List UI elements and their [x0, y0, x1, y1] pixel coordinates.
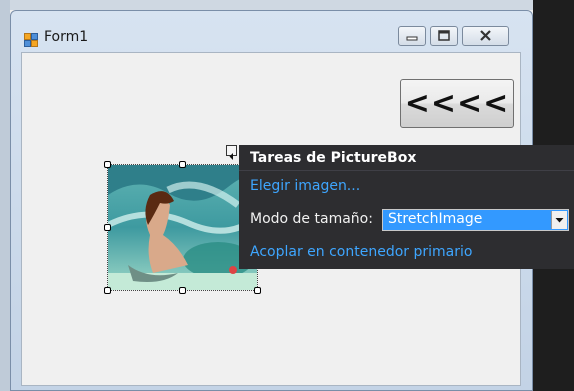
maximize-icon — [438, 30, 450, 41]
resize-handle-tl[interactable] — [104, 161, 111, 168]
form-title: Form1 — [44, 29, 89, 45]
size-mode-dropdown-button[interactable] — [551, 211, 567, 229]
close-icon — [480, 30, 491, 41]
picturebox-tasks-panel: Tareas de PictureBox Elegir imagen... Mo… — [239, 145, 574, 269]
size-mode-label: Modo de tamaño: — [250, 211, 373, 227]
designer-background-left — [0, 0, 10, 391]
resize-handle-bl[interactable] — [104, 287, 111, 294]
form-titlebar[interactable]: Form1 — [11, 11, 532, 52]
picture-box[interactable] — [107, 164, 258, 291]
chevron-down-icon — [555, 218, 564, 223]
smart-tag-button[interactable] — [226, 145, 237, 160]
dock-in-parent-link[interactable]: Acoplar en contenedor primario — [250, 244, 472, 260]
resize-handle-br[interactable] — [254, 287, 261, 294]
tasks-panel-title: Tareas de PictureBox — [250, 150, 417, 166]
resize-handle-bm[interactable] — [179, 287, 186, 294]
choose-image-link[interactable]: Elegir imagen... — [250, 178, 360, 194]
size-mode-select[interactable]: StretchImage — [382, 209, 569, 231]
tasks-panel-header: Tareas de PictureBox — [239, 145, 574, 171]
resize-handle-ml[interactable] — [104, 224, 111, 231]
smart-tag-icon — [229, 153, 233, 160]
form-app-icon — [24, 32, 38, 47]
minimize-icon — [406, 36, 418, 41]
designer-background-top — [0, 0, 574, 10]
back-button[interactable]: <<<< — [400, 79, 514, 128]
maximize-button[interactable] — [430, 26, 458, 46]
minimize-button[interactable] — [398, 26, 426, 46]
size-mode-value: StretchImage — [388, 211, 483, 227]
mermaid-image — [108, 165, 257, 290]
resize-handle-tm[interactable] — [179, 161, 186, 168]
close-button[interactable] — [462, 26, 509, 46]
